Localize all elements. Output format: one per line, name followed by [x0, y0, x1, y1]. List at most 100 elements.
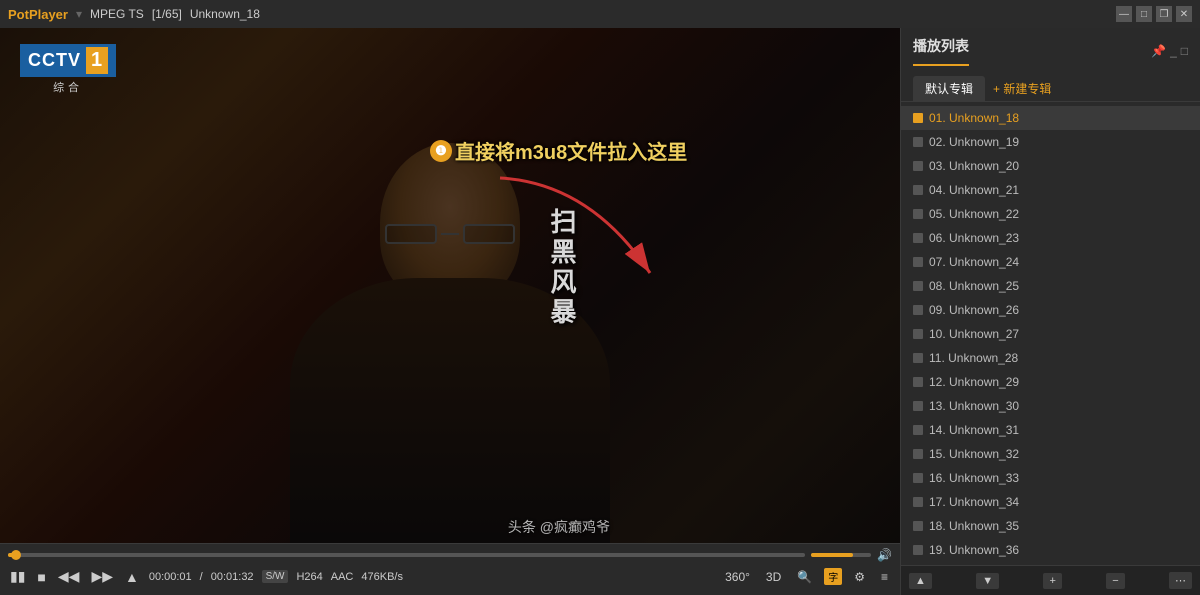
playlist-item-label: 14. Unknown_31	[929, 423, 1019, 437]
playlist-item-icon	[913, 161, 923, 171]
playlist-item-label: 04. Unknown_21	[929, 183, 1019, 197]
playlist-item-label: 05. Unknown_22	[929, 207, 1019, 221]
playlist-minimize-button[interactable]: _	[1170, 44, 1177, 58]
playlist-footer: ▲ ▼ + − ⋯	[901, 565, 1200, 595]
playlist-item[interactable]: 08. Unknown_25	[901, 274, 1200, 298]
playlist-item[interactable]: 07. Unknown_24	[901, 250, 1200, 274]
annotation-number: ❶	[430, 140, 452, 162]
playlist-item-icon	[913, 497, 923, 507]
playlist-item-label: 10. Unknown_27	[929, 327, 1019, 341]
playlist-item-icon	[913, 137, 923, 147]
main-content: CCTV 1 综合 ❶ 直接将m3u8文件拉入这里 扫黑风暴 头条 @疯癫鸡爷	[0, 28, 1200, 595]
playlist-title: 播放列表	[913, 36, 969, 66]
playlist-item-icon	[913, 185, 923, 195]
progress-row: 🔊	[8, 548, 892, 562]
playlist-item[interactable]: 06. Unknown_23	[901, 226, 1200, 250]
playlist-item-label: 09. Unknown_26	[929, 303, 1019, 317]
playlist-item-label: 15. Unknown_32	[929, 447, 1019, 461]
playlist-item-label: 01. Unknown_18	[929, 111, 1019, 125]
settings-button[interactable]: ⚙	[850, 568, 869, 586]
playlist-item-icon	[913, 401, 923, 411]
playlist-item[interactable]: 01. Unknown_18	[901, 106, 1200, 130]
playlist-item-label: 17. Unknown_34	[929, 495, 1019, 509]
tab-new-album[interactable]: + 新建专辑	[985, 76, 1059, 101]
video-area[interactable]: CCTV 1 综合 ❶ 直接将m3u8文件拉入这里 扫黑风暴 头条 @疯癫鸡爷	[0, 28, 900, 595]
title-format: MPEG TS	[90, 7, 144, 21]
playlist-remove-button[interactable]: −	[1106, 573, 1124, 589]
title-bar-left: PotPlayer ▾ MPEG TS [1/65] Unknown_18	[8, 7, 1116, 22]
prev-button[interactable]: ◀◀	[56, 566, 82, 587]
playlist-item-label: 16. Unknown_33	[929, 471, 1019, 485]
playlist-item-label: 07. Unknown_24	[929, 255, 1019, 269]
playlist-item[interactable]: 18. Unknown_35	[901, 514, 1200, 538]
playlist-item[interactable]: 15. Unknown_32	[901, 442, 1200, 466]
playlist-item[interactable]: 19. Unknown_36	[901, 538, 1200, 562]
playlist-item[interactable]: 10. Unknown_27	[901, 322, 1200, 346]
bitrate: 476KB/s	[361, 571, 403, 583]
playlist-item-icon	[913, 257, 923, 267]
controls-bar: 🔊 ▮▮ ■ ◀◀ ▶▶ ▲ 00:00:01 / 00:01:32 S/W H…	[0, 543, 900, 595]
playlist-item-label: 08. Unknown_25	[929, 279, 1019, 293]
playlist-item-icon	[913, 209, 923, 219]
playlist-item[interactable]: 13. Unknown_30	[901, 394, 1200, 418]
time-sep: /	[200, 571, 203, 583]
eject-button[interactable]: ▲	[123, 567, 141, 587]
playlist-item[interactable]: 16. Unknown_33	[901, 466, 1200, 490]
playlist-item-label: 02. Unknown_19	[929, 135, 1019, 149]
playlist-item-icon	[913, 329, 923, 339]
title-position: [1/65]	[152, 7, 182, 21]
playlist-pin-button[interactable]: 📌	[1151, 44, 1166, 58]
volume-track[interactable]	[811, 553, 871, 557]
maximize-button[interactable]: ❐	[1156, 6, 1172, 22]
stop-button[interactable]: ■	[35, 567, 47, 587]
zoom-button[interactable]: 🔍	[793, 568, 816, 586]
codec-name: H264	[296, 571, 322, 583]
playlist-item-label: 12. Unknown_29	[929, 375, 1019, 389]
volume-icon: 🔊	[877, 548, 892, 562]
playlist-item[interactable]: 09. Unknown_26	[901, 298, 1200, 322]
playlist-add-button[interactable]: +	[1043, 573, 1061, 589]
3d-button[interactable]: 3D	[762, 568, 785, 586]
codec-audio: AAC	[331, 571, 354, 583]
playlist-item[interactable]: 11. Unknown_28	[901, 346, 1200, 370]
watermark-branding: 头条 @疯癫鸡爷	[508, 517, 610, 537]
playlist-item[interactable]: 14. Unknown_31	[901, 418, 1200, 442]
tab-default-album[interactable]: 默认专辑	[913, 76, 985, 101]
playlist-item-label: 18. Unknown_35	[929, 519, 1019, 533]
playlist-item-icon	[913, 281, 923, 291]
playlist-item-icon	[913, 377, 923, 387]
playlist-move-down-button[interactable]: ▼	[976, 573, 999, 589]
playlist-item[interactable]: 03. Unknown_20	[901, 154, 1200, 178]
time-current: 00:00:01	[149, 571, 192, 583]
playlist-more-button[interactable]: ⋯	[1169, 572, 1192, 589]
volume-fill	[811, 553, 853, 557]
playlist-move-up-button[interactable]: ▲	[909, 573, 932, 589]
playlist-panel: 播放列表 📌 _ □ 默认专辑 + 新建专辑 01. Unknown_18 02.…	[900, 28, 1200, 595]
next-button[interactable]: ▶▶	[89, 566, 115, 587]
menu-button[interactable]: ≡	[877, 568, 892, 586]
progress-track[interactable]	[8, 553, 805, 557]
playlist-item[interactable]: 04. Unknown_21	[901, 178, 1200, 202]
playlist-item-label: 06. Unknown_23	[929, 231, 1019, 245]
title-bar: PotPlayer ▾ MPEG TS [1/65] Unknown_18 ― …	[0, 0, 1200, 28]
playlist-item-icon	[913, 353, 923, 363]
playlist-maximize-button[interactable]: □	[1181, 44, 1188, 58]
play-pause-button[interactable]: ▮▮	[8, 566, 27, 587]
close-button[interactable]: ✕	[1176, 6, 1192, 22]
title-filename: Unknown_18	[190, 7, 260, 21]
cctv-subtitle: 综合	[53, 79, 83, 95]
playlist-item[interactable]: 12. Unknown_29	[901, 370, 1200, 394]
restore-button[interactable]: □	[1136, 6, 1152, 22]
angle-button[interactable]: 360°	[721, 568, 754, 586]
minimize-button[interactable]: ―	[1116, 6, 1132, 22]
app-logo: PotPlayer	[8, 7, 68, 22]
window-controls: ― □ ❐ ✕	[1116, 6, 1192, 22]
playlist-item[interactable]: 02. Unknown_19	[901, 130, 1200, 154]
playlist-item[interactable]: 05. Unknown_22	[901, 202, 1200, 226]
playlist-header-controls: 📌 _ □	[1151, 44, 1188, 58]
playlist-item-icon	[913, 233, 923, 243]
playlist-item[interactable]: 17. Unknown_34	[901, 490, 1200, 514]
subtitle-button[interactable]: 字	[824, 568, 842, 585]
playlist-item-icon	[913, 449, 923, 459]
playlist-item-label: 19. Unknown_36	[929, 543, 1019, 557]
